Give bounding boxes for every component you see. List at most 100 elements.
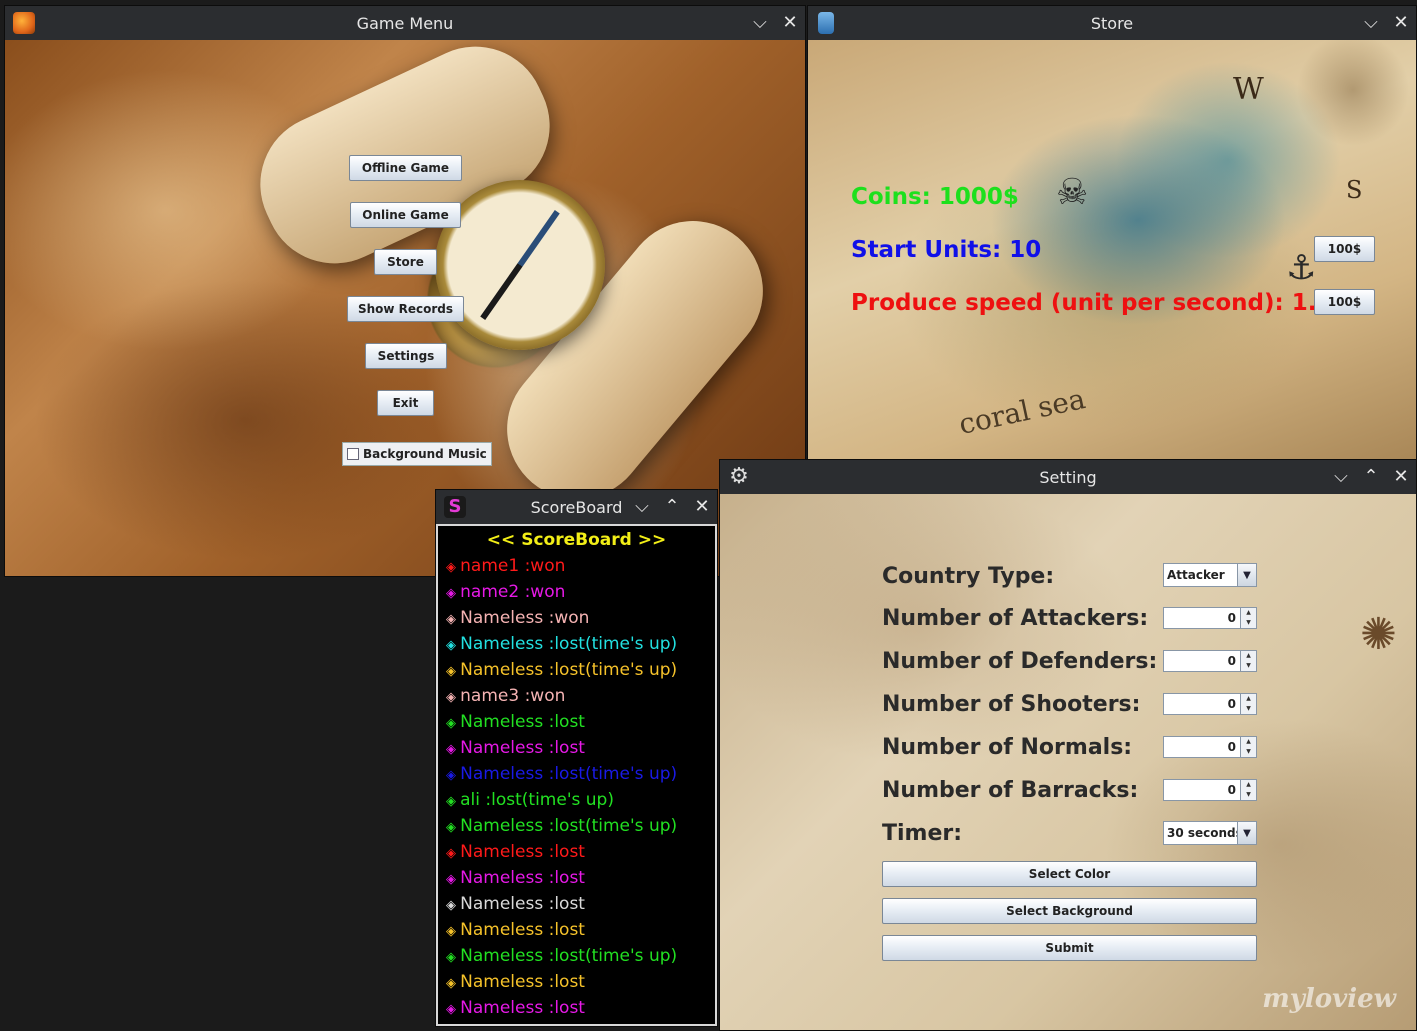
scoreboard-row: ◈ Nameless :lost(time's up) [446,634,677,654]
spinner-down-icon[interactable]: ▼ [1241,747,1256,757]
maximize-chevron-icon[interactable]: ⌃ [663,498,681,516]
scoreboard-list[interactable]: << ScoreBoard >> ◈ name1 :won ◈ name2 :wo… [436,524,717,1026]
diamond-bullet-icon: ◈ [446,976,461,991]
minimize-chevron-icon[interactable]: ⌵ [1362,14,1380,32]
minimize-chevron-icon[interactable]: ⌵ [633,498,651,516]
timer-combo[interactable]: 30 seconds ▼ [1163,821,1257,845]
spinner-down-icon[interactable]: ▼ [1241,661,1256,671]
store-app-icon [818,12,834,34]
diamond-bullet-icon: ◈ [446,638,461,653]
shooters-spinner[interactable]: 0 ▲ ▼ [1163,693,1257,715]
settings-button[interactable]: Settings [365,343,447,369]
watermark: myloview [1262,984,1396,1014]
scoreboard-row: ◈ Nameless :lost [446,998,585,1018]
skull-icon: ☠ [1056,172,1089,213]
timer-value: 30 seconds [1167,826,1243,840]
spinner-up-icon[interactable]: ▲ [1241,737,1256,747]
spinner-up-icon[interactable]: ▲ [1241,608,1256,618]
scoreboard-row: ◈ Nameless :lost [446,894,585,914]
minimize-chevron-icon[interactable]: ⌵ [1332,468,1350,486]
exit-button[interactable]: Exit [377,390,434,416]
shooters-value: 0 [1227,697,1236,711]
scoreboard-titlebar[interactable]: S ScoreBoard ⌵ ⌃ ✕ [436,490,717,524]
close-icon[interactable]: ✕ [781,14,799,32]
defenders-value: 0 [1227,654,1236,668]
select-background-button[interactable]: Select Background [882,898,1257,924]
submit-button[interactable]: Submit [882,935,1257,961]
scoreboard-row: ◈ Nameless :lost [446,842,585,862]
scoreboard-header: << ScoreBoard >> [486,530,667,550]
scoreboard-row: ◈ Nameless :lost [446,920,585,940]
game-menu-titlebar[interactable]: Game Menu ⌵ ✕ [5,6,805,40]
produce-speed-label: Produce speed (unit per second): 1.00 [851,290,1349,316]
scoreboard-row-text: Nameless :lost [460,972,585,992]
window-title: Setting [1039,467,1097,487]
select-color-button[interactable]: Select Color [882,861,1257,887]
normals-value: 0 [1227,740,1236,754]
window-title: Game Menu [356,13,454,33]
minimize-chevron-icon[interactable]: ⌵ [751,14,769,32]
compass-rose-icon: ✺ [1360,609,1397,660]
map-caption: coral sea [955,382,1089,441]
scoreboard-row-text: name3 :won [460,686,566,706]
spinner-down-icon[interactable]: ▼ [1241,618,1256,628]
store-button[interactable]: Store [374,249,437,275]
scoreboard-row-text: Nameless :lost(time's up) [460,660,678,680]
store-background: W S ☠ ⚓ coral sea Coins: 1000$ Start Uni… [808,40,1416,464]
attackers-value: 0 [1227,611,1236,625]
attackers-spinner[interactable]: 0 ▲ ▼ [1163,607,1257,629]
diamond-bullet-icon: ◈ [446,612,461,627]
shooters-label: Number of Shooters: [882,692,1141,717]
app-fish-icon [13,12,35,34]
scoreboard-row-text: Nameless :lost(time's up) [460,634,678,654]
gear-icon: ⚙ [729,464,749,489]
defenders-spinner[interactable]: 0 ▲ ▼ [1163,650,1257,672]
scoreboard-row-text: name1 :won [460,556,566,576]
spinner-up-icon[interactable]: ▲ [1241,651,1256,661]
diamond-bullet-icon: ◈ [446,794,461,809]
diamond-bullet-icon: ◈ [446,1002,461,1017]
close-icon[interactable]: ✕ [693,498,711,516]
store-titlebar[interactable]: Store ⌵ ✕ [808,6,1416,40]
buy-start-units-button[interactable]: 100$ [1314,236,1375,262]
spinner-up-icon[interactable]: ▲ [1241,780,1256,790]
dropdown-arrow-icon[interactable]: ▼ [1237,564,1256,586]
checkbox-square-icon[interactable] [347,448,359,460]
scoreboard-row-text: Nameless :lost(time's up) [460,764,678,784]
show-records-button[interactable]: Show Records [347,296,464,322]
online-game-button[interactable]: Online Game [350,202,461,228]
anchor-icon: ⚓ [1286,248,1317,288]
setting-window: ⚙ Setting ⌵ ⌃ ✕ ✺ Country Type: Attacker… [719,459,1417,1031]
spinner-down-icon[interactable]: ▼ [1241,790,1256,800]
scoreboard-row-text: Nameless :lost [460,842,585,862]
dropdown-arrow-icon[interactable]: ▼ [1237,822,1256,844]
scoreboard-row: ◈ name3 :won [446,686,565,706]
normals-spinner[interactable]: 0 ▲ ▼ [1163,736,1257,758]
scoreboard-row-text: Nameless :lost [460,712,585,732]
offline-game-button[interactable]: Offline Game [349,155,462,181]
map-letter-s: S [1346,176,1363,204]
buy-produce-speed-button[interactable]: 100$ [1314,289,1375,315]
scoreboard-row-text: Nameless :lost [460,920,585,940]
diamond-bullet-icon: ◈ [446,924,461,939]
close-icon[interactable]: ✕ [1392,468,1410,486]
scoreboard-row: ◈ name1 :won [446,556,565,576]
scoreboard-row-text: Nameless :won [460,608,590,628]
setting-titlebar[interactable]: ⚙ Setting ⌵ ⌃ ✕ [720,460,1416,494]
diamond-bullet-icon: ◈ [446,664,461,679]
scoreboard-row-text: Nameless :lost [460,738,585,758]
scoreboard-window: S ScoreBoard ⌵ ⌃ ✕ << ScoreBoard >> ◈ na… [435,489,718,1027]
diamond-bullet-icon: ◈ [446,950,461,965]
window-title: ScoreBoard [530,497,623,517]
scoreboard-row: ◈ Nameless :lost(time's up) [446,764,677,784]
background-music-label: Background Music [363,447,487,461]
maximize-chevron-icon[interactable]: ⌃ [1362,468,1380,486]
spinner-down-icon[interactable]: ▼ [1241,704,1256,714]
spinner-up-icon[interactable]: ▲ [1241,694,1256,704]
country-type-combo[interactable]: Attacker ▼ [1163,563,1257,587]
close-icon[interactable]: ✕ [1392,14,1410,32]
background-music-checkbox[interactable]: Background Music [342,442,492,466]
scoreboard-row: ◈ name2 :won [446,582,565,602]
diamond-bullet-icon: ◈ [446,586,461,601]
barracks-spinner[interactable]: 0 ▲ ▼ [1163,779,1257,801]
